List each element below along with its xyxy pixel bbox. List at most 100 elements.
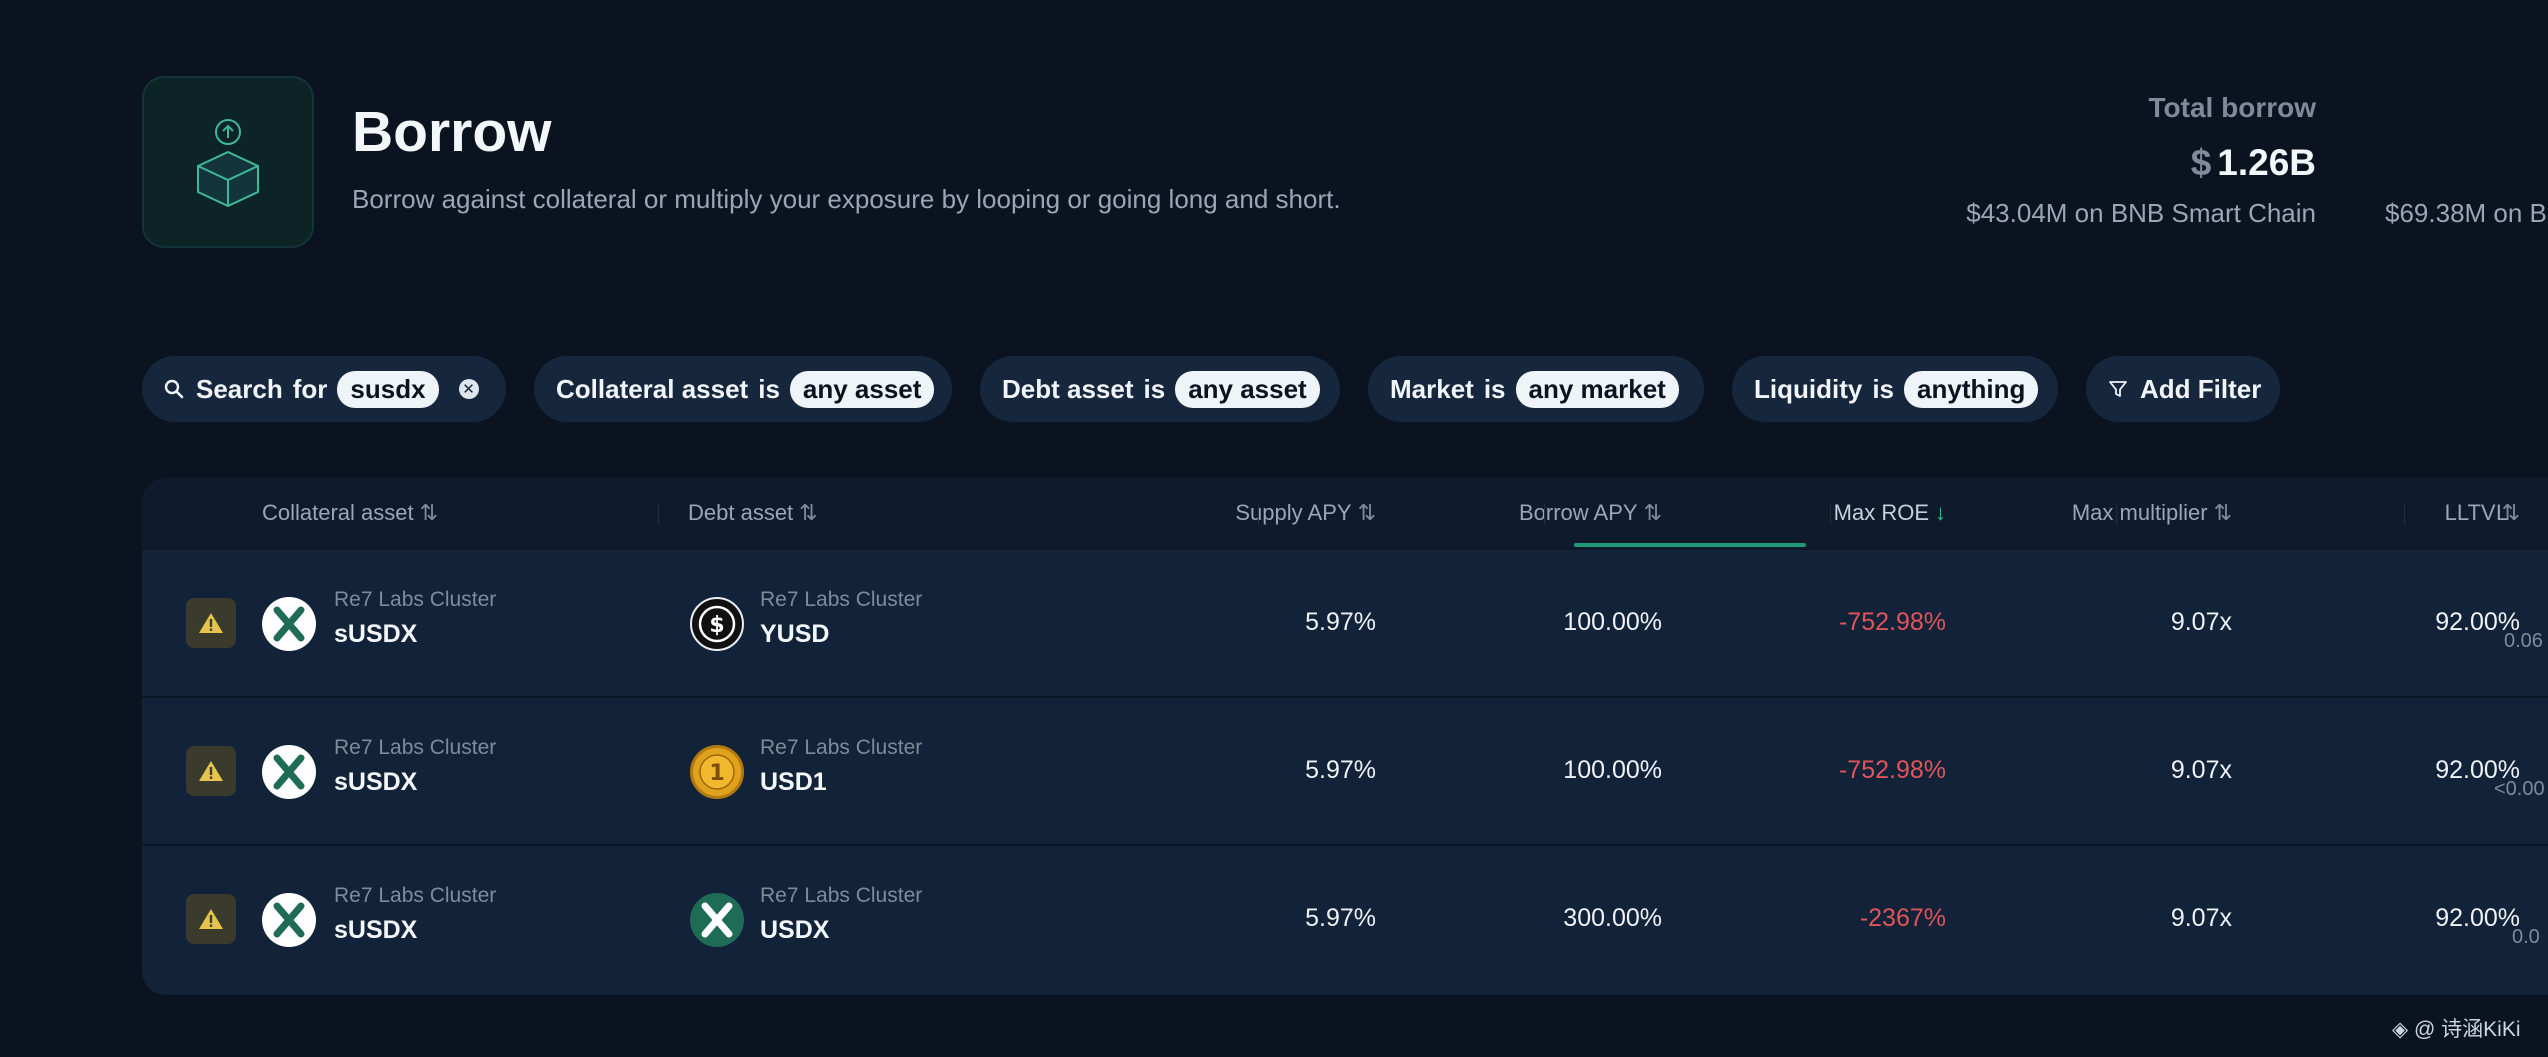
table-row[interactable]: Re7 Labs Cluster sUSDX $ Re7 Labs Cluste… bbox=[142, 548, 2548, 698]
table-row[interactable]: Re7 Labs Cluster sUSDX 1 Re7 Labs Cluste… bbox=[142, 696, 2548, 846]
susdx-token-icon bbox=[262, 893, 316, 947]
watermark-logo-icon: ◈ bbox=[2392, 1018, 2409, 1041]
supply-apy: 5.97% bbox=[1305, 608, 1376, 636]
borrow-apy: 100.00% bbox=[1563, 608, 1662, 636]
search-prefix: Search bbox=[196, 373, 283, 404]
debt-asset-filter[interactable]: Debt asset is any asset bbox=[980, 356, 1340, 422]
collateral-cluster: Re7 Labs Cluster bbox=[334, 588, 497, 611]
susdx-token-icon bbox=[262, 597, 316, 651]
max-roe: -2367% bbox=[1859, 904, 1946, 932]
chain-breakdown-second: $69.38M on B bbox=[2385, 198, 2547, 228]
search-filter[interactable]: Search for susdx ✕ bbox=[142, 356, 506, 422]
collateral-symbol: sUSDX bbox=[334, 916, 418, 944]
watermark-text: @ 诗涵KiKi bbox=[2414, 1018, 2521, 1041]
liquidity-filter-field: Liquidity bbox=[1754, 373, 1863, 404]
warning-icon bbox=[186, 746, 236, 796]
borrow-apy: 100.00% bbox=[1563, 756, 1662, 784]
liquidity-filter-op: is bbox=[1872, 373, 1895, 404]
col-header-lltv[interactable]: LLTV ⇅ bbox=[2214, 500, 2520, 526]
add-filter-label: Add Filter bbox=[2140, 373, 2262, 404]
collateral-cluster: Re7 Labs Cluster bbox=[334, 736, 497, 759]
col-label: Supply APY bbox=[1235, 500, 1352, 525]
col-header-borrow-apy[interactable]: Borrow APY ⇅ bbox=[1358, 500, 1662, 526]
column-divider bbox=[658, 503, 659, 525]
col-label: LLTV bbox=[2444, 500, 2496, 525]
collateral-asset-filter[interactable]: Collateral asset is any asset bbox=[534, 356, 952, 422]
debt-symbol: USDX bbox=[760, 916, 830, 944]
markets-table: Collateral asset ⇅ Debt asset ⇅ Supply APY… bbox=[142, 478, 2548, 995]
col-header-max-roe[interactable]: Max ROE ↓ bbox=[1642, 500, 1946, 526]
column-divider bbox=[2116, 503, 2117, 525]
col-header-supply-apy[interactable]: Supply APY ⇅ bbox=[1070, 500, 1376, 526]
lltv: 92.00% bbox=[2435, 756, 2520, 784]
yusd-token-icon: $ bbox=[690, 597, 744, 651]
market-filter-value[interactable]: any market bbox=[1515, 370, 1679, 408]
col-header-max-multiplier[interactable]: Max multiplier ⇅ bbox=[1928, 500, 2232, 526]
liquidity-filter[interactable]: Liquidity is anything bbox=[1732, 356, 2058, 422]
usdx-token-icon bbox=[690, 893, 744, 947]
borrow-apy: 300.00% bbox=[1563, 904, 1662, 932]
debt-filter-value[interactable]: any asset bbox=[1175, 370, 1320, 408]
collateral-cluster: Re7 Labs Cluster bbox=[334, 884, 497, 907]
max-multiplier: 9.07x bbox=[2170, 756, 2232, 784]
col-label: Debt asset bbox=[688, 500, 794, 525]
search-value-pill[interactable]: susdx bbox=[337, 370, 439, 408]
column-divider bbox=[2404, 503, 2405, 525]
currency-symbol: $ bbox=[2190, 142, 2212, 183]
total-borrow-amount: 1.26B bbox=[2217, 142, 2316, 183]
collateral-filter-field: Collateral asset bbox=[556, 373, 749, 404]
debt-symbol: YUSD bbox=[760, 620, 830, 648]
column-divider bbox=[1544, 503, 1545, 525]
max-roe: -752.98% bbox=[1838, 756, 1946, 784]
sort-icon: ⇅ bbox=[419, 500, 439, 525]
market-filter[interactable]: Market is any market bbox=[1368, 356, 1704, 422]
max-multiplier: 9.07x bbox=[2170, 904, 2232, 932]
funnel-icon bbox=[2108, 379, 2128, 399]
svg-text:1: 1 bbox=[709, 761, 724, 786]
collateral-filter-op: is bbox=[758, 373, 780, 404]
search-keyword: for bbox=[292, 373, 328, 404]
debt-filter-field: Debt asset bbox=[1002, 373, 1134, 404]
debt-symbol: USD1 bbox=[760, 768, 827, 796]
collateral-symbol: sUSDX bbox=[334, 768, 418, 796]
collateral-filter-value[interactable]: any asset bbox=[789, 370, 935, 408]
market-filter-field: Market bbox=[1390, 373, 1474, 404]
borrow-cube-icon bbox=[142, 76, 314, 248]
max-roe: -752.98% bbox=[1838, 608, 1946, 636]
supply-apy: 5.97% bbox=[1305, 756, 1376, 784]
debt-cluster: Re7 Labs Cluster bbox=[760, 736, 923, 759]
column-divider bbox=[1830, 503, 1831, 525]
col-header-debt-asset[interactable]: Debt asset ⇅ bbox=[688, 500, 818, 526]
debt-cluster: Re7 Labs Cluster bbox=[760, 884, 923, 907]
search-icon bbox=[164, 379, 184, 399]
collateral-symbol: sUSDX bbox=[334, 620, 418, 648]
table-header: Collateral asset ⇅ Debt asset ⇅ Supply APY… bbox=[142, 478, 2548, 548]
liquidity-value: <0.00 bbox=[2494, 778, 2545, 800]
watermark: ◈ @ 诗涵KiKi bbox=[2392, 1013, 2521, 1043]
sort-icon: ⇅ bbox=[799, 500, 818, 525]
warning-icon bbox=[186, 598, 236, 648]
lltv: 92.00% bbox=[2435, 608, 2520, 636]
warning-icon bbox=[186, 894, 236, 944]
svg-text:$: $ bbox=[709, 613, 724, 638]
add-filter-button[interactable]: Add Filter bbox=[2086, 356, 2280, 422]
susdx-token-icon bbox=[262, 745, 316, 799]
table-row[interactable]: Re7 Labs Cluster sUSDX Re7 Labs Cluster … bbox=[142, 844, 2548, 994]
col-label: Max multiplier bbox=[2071, 500, 2208, 525]
chain-breakdown-bnb: $43.04M on BNB Smart Chain bbox=[1966, 198, 2316, 228]
market-filter-op: is bbox=[1483, 373, 1506, 404]
max-multiplier: 9.07x bbox=[2170, 608, 2232, 636]
clear-search-icon[interactable]: ✕ bbox=[458, 379, 479, 399]
col-label: Borrow APY bbox=[1518, 500, 1638, 525]
col-label: Collateral asset bbox=[262, 500, 414, 525]
lltv: 92.00% bbox=[2435, 904, 2520, 932]
debt-filter-op: is bbox=[1143, 373, 1166, 404]
liquidity-value: 0.0 bbox=[2512, 926, 2540, 948]
col-header-collateral-asset[interactable]: Collateral asset ⇅ bbox=[262, 500, 438, 526]
page-subtitle: Borrow against collateral or multiply yo… bbox=[352, 184, 1341, 214]
page-title: Borrow bbox=[352, 100, 552, 164]
liquidity-filter-value[interactable]: anything bbox=[1904, 370, 2039, 408]
total-borrow-label: Total borrow bbox=[2148, 92, 2316, 123]
column-divider bbox=[1258, 503, 1259, 525]
col-header-liquidity[interactable]: L bbox=[2496, 500, 2508, 526]
